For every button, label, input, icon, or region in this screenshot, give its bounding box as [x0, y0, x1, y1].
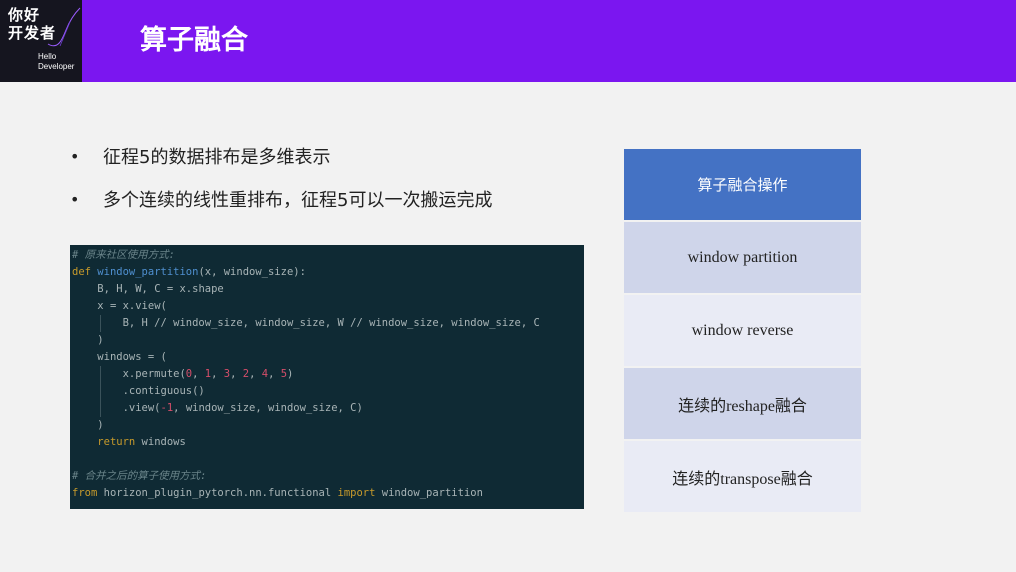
code-line: B, H // window_size, window_size, W // w… — [70, 315, 584, 332]
code-number: 1 — [204, 368, 212, 380]
code-line: windows = ( — [70, 349, 584, 366]
code-line: return windows — [70, 434, 584, 451]
header-bar: 你好 开发者 Hello Developer 算子融合 — [0, 0, 1016, 82]
code-line: from horizon_plugin_pytorch.nn.functiona… — [70, 485, 584, 502]
indent-guide — [100, 315, 101, 332]
code-text: B, H // window_size, window_size, W // w… — [122, 317, 540, 329]
fusion-ops-table: 算子融合操作 window partition window reverse 连… — [624, 149, 861, 514]
bullet-text: 征程5的数据排布是多维表示 — [103, 147, 331, 168]
code-number: 0 — [185, 368, 193, 380]
bullet-list: • 征程5的数据排布是多维表示 • 多个连续的线性重排布，征程5可以一次搬运完成 — [70, 141, 492, 227]
code-line: # 合并之后的算子使用方式: — [70, 468, 584, 485]
code-line: ) — [70, 332, 584, 349]
logo-subtitle: Hello Developer — [38, 52, 74, 72]
code-text: windows = ( — [97, 351, 167, 363]
bullet-item: • 多个连续的线性重排布，征程5可以一次搬运完成 — [70, 184, 492, 214]
code-number: 3 — [223, 368, 231, 380]
code-keyword: def — [72, 266, 91, 278]
code-line: x.permute(0, 1, 3, 2, 4, 5) — [70, 366, 584, 383]
logo-sub-line2: Developer — [38, 62, 75, 71]
code-text: , window_size, window_size, C) — [173, 402, 363, 414]
code-keyword: import — [337, 487, 376, 499]
code-comment: # 合并之后的算子使用方式: — [72, 470, 207, 482]
bullet-item: • 征程5的数据排布是多维表示 — [70, 141, 492, 171]
indent-guide — [100, 366, 101, 383]
code-comment: # 原来社区使用方式: — [72, 249, 175, 261]
table-row: 连续的transpose融合 — [624, 441, 861, 512]
code-number: -1 — [160, 402, 174, 414]
code-text: ) — [97, 419, 104, 431]
logo-sub-line1: Hello — [38, 52, 57, 61]
code-line: B, H, W, C = x.shape — [70, 281, 584, 298]
code-text: x = x.view( — [97, 300, 167, 312]
table-row: 连续的reshape融合 — [624, 368, 861, 439]
code-line: ) — [70, 417, 584, 434]
table-row: window reverse — [624, 295, 861, 366]
code-keyword: return — [97, 436, 136, 448]
bullet-dot-icon: • — [70, 189, 80, 209]
code-text: window_partition — [375, 487, 483, 499]
code-line: .contiguous() — [70, 383, 584, 400]
code-number: 2 — [242, 368, 250, 380]
code-line: .view(-1, window_size, window_size, C) — [70, 400, 584, 417]
code-keyword: from — [72, 487, 98, 499]
code-function-name: window_partition — [97, 266, 199, 278]
table-header: 算子融合操作 — [624, 149, 861, 220]
code-line: x = x.view( — [70, 298, 584, 315]
bullet-text: 多个连续的线性重排布，征程5可以一次搬运完成 — [103, 190, 493, 211]
code-line: # 原来社区使用方式: — [70, 247, 584, 264]
code-text: ) — [97, 334, 104, 346]
table-row: window partition — [624, 222, 861, 293]
code-text: windows — [135, 436, 186, 448]
page-title: 算子融合 — [140, 25, 248, 56]
code-block: # 原来社区使用方式: def window_partition(x, wind… — [70, 245, 584, 509]
code-number: 4 — [261, 368, 269, 380]
indent-guide — [100, 383, 101, 400]
code-text: B, H, W, C = x.shape — [97, 283, 224, 295]
code-number: 5 — [280, 368, 288, 380]
code-text: .contiguous() — [122, 385, 205, 397]
code-text: .view( — [122, 402, 161, 414]
code-text: x.permute( — [122, 368, 186, 380]
code-line: def window_partition(x, window_size): — [70, 264, 584, 281]
code-text: horizon_plugin_pytorch.nn.functional — [97, 487, 338, 499]
bullet-dot-icon: • — [70, 146, 80, 166]
indent-guide — [100, 400, 101, 417]
code-signature: (x, window_size): — [198, 266, 306, 278]
logo: 你好 开发者 Hello Developer — [0, 0, 82, 82]
